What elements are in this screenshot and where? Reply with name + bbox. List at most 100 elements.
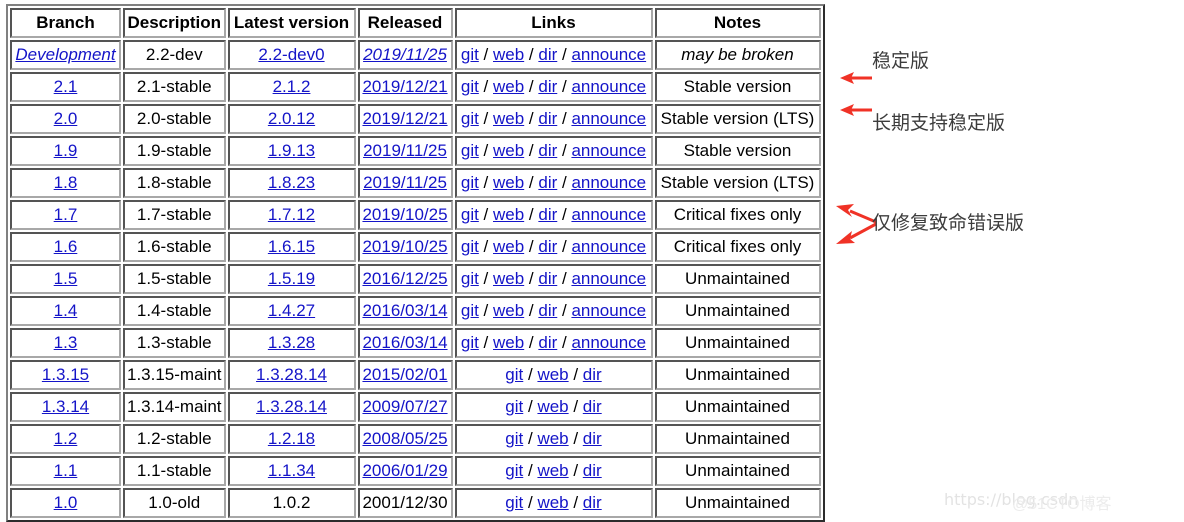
dir-link[interactable]: dir (538, 301, 557, 320)
announce-link[interactable]: announce (571, 77, 646, 96)
announce-link[interactable]: announce (571, 45, 646, 64)
latest-version-link[interactable]: 1.2.18 (268, 429, 315, 448)
released-date-link[interactable]: 2019/10/25 (362, 237, 447, 256)
branch-link[interactable]: 1.0 (54, 493, 78, 512)
web-link[interactable]: web (537, 397, 568, 416)
latest-version-link[interactable]: 2.0.12 (268, 109, 315, 128)
web-link[interactable]: web (493, 109, 524, 128)
git-link[interactable]: git (461, 205, 479, 224)
announce-link[interactable]: announce (571, 301, 646, 320)
branch-link[interactable]: 1.5 (54, 269, 78, 288)
latest-version-link[interactable]: 1.4.27 (268, 301, 315, 320)
dir-link[interactable]: dir (538, 45, 557, 64)
announce-link[interactable]: announce (571, 173, 646, 192)
released-date-link[interactable]: 2019/11/25 (363, 173, 447, 192)
released-date-link[interactable]: 2016/03/14 (362, 333, 447, 352)
released-date-link[interactable]: 2016/03/14 (362, 301, 447, 320)
latest-version-link[interactable]: 1.3.28.14 (256, 397, 327, 416)
git-link[interactable]: git (461, 333, 479, 352)
web-link[interactable]: web (537, 493, 568, 512)
dir-link[interactable]: dir (538, 237, 557, 256)
web-link[interactable]: web (537, 461, 568, 480)
git-link[interactable]: git (461, 269, 479, 288)
released-date-link[interactable]: 2008/05/25 (362, 429, 447, 448)
git-link[interactable]: git (461, 77, 479, 96)
branch-link[interactable]: 1.4 (54, 301, 78, 320)
dir-link[interactable]: dir (583, 365, 602, 384)
released-date-link[interactable]: 2019/12/21 (362, 109, 447, 128)
latest-version-link[interactable]: 1.7.12 (268, 205, 315, 224)
branch-link[interactable]: Development (15, 45, 115, 64)
git-link[interactable]: git (505, 461, 523, 480)
web-link[interactable]: web (493, 333, 524, 352)
latest-version-link[interactable]: 1.3.28.14 (256, 365, 327, 384)
git-link[interactable]: git (461, 109, 479, 128)
web-link[interactable]: web (537, 429, 568, 448)
released-date-link[interactable]: 2016/12/25 (362, 269, 447, 288)
branch-link[interactable]: 1.1 (54, 461, 78, 480)
released-date-link[interactable]: 2015/02/01 (362, 365, 447, 384)
latest-version-link[interactable]: 1.8.23 (268, 173, 315, 192)
released-date-link[interactable]: 2009/07/27 (362, 397, 447, 416)
dir-link[interactable]: dir (538, 205, 557, 224)
git-link[interactable]: git (461, 237, 479, 256)
dir-link[interactable]: dir (538, 141, 557, 160)
branch-link[interactable]: 1.6 (54, 237, 78, 256)
web-link[interactable]: web (493, 45, 524, 64)
branch-link[interactable]: 1.3.14 (42, 397, 89, 416)
dir-link[interactable]: dir (583, 429, 602, 448)
dir-link[interactable]: dir (538, 109, 557, 128)
web-link[interactable]: web (493, 205, 524, 224)
released-date-link[interactable]: 2006/01/29 (362, 461, 447, 480)
latest-version-link[interactable]: 1.1.34 (268, 461, 315, 480)
announce-link[interactable]: announce (571, 109, 646, 128)
announce-link[interactable]: announce (571, 205, 646, 224)
web-link[interactable]: web (493, 301, 524, 320)
branch-link[interactable]: 1.2 (54, 429, 78, 448)
dir-link[interactable]: dir (583, 461, 602, 480)
web-link[interactable]: web (493, 237, 524, 256)
git-link[interactable]: git (505, 365, 523, 384)
latest-version-link[interactable]: 2.1.2 (273, 77, 311, 96)
git-link[interactable]: git (461, 45, 479, 64)
latest-version-link[interactable]: 1.5.19 (268, 269, 315, 288)
latest-version-link[interactable]: 1.3.28 (268, 333, 315, 352)
dir-link[interactable]: dir (583, 397, 602, 416)
git-link[interactable]: git (461, 301, 479, 320)
branch-link[interactable]: 1.3.15 (42, 365, 89, 384)
web-link[interactable]: web (493, 173, 524, 192)
released-date-link[interactable]: 2019/10/25 (362, 205, 447, 224)
git-link[interactable]: git (505, 493, 523, 512)
web-link[interactable]: web (537, 365, 568, 384)
dir-link[interactable]: dir (583, 493, 602, 512)
released-date-link[interactable]: 2019/11/25 (363, 45, 447, 64)
released-date-link[interactable]: 2019/12/21 (362, 77, 447, 96)
git-link[interactable]: git (461, 173, 479, 192)
branch-link[interactable]: 1.3 (54, 333, 78, 352)
dir-link[interactable]: dir (538, 333, 557, 352)
announce-link[interactable]: announce (571, 269, 646, 288)
announce-link[interactable]: announce (571, 141, 646, 160)
branch-link[interactable]: 2.1 (54, 77, 78, 96)
announce-link[interactable]: announce (571, 333, 646, 352)
latest-version-link[interactable]: 2.2-dev0 (258, 45, 324, 64)
latest-version-link[interactable]: 1.6.15 (268, 237, 315, 256)
web-link[interactable]: web (493, 77, 524, 96)
branch-link[interactable]: 1.9 (54, 141, 78, 160)
table-row: Development 2.2-dev 2.2-dev0 2019/11/25 git … (10, 40, 821, 70)
announce-link[interactable]: announce (571, 237, 646, 256)
dir-link[interactable]: dir (538, 77, 557, 96)
dir-link[interactable]: dir (538, 269, 557, 288)
branch-link[interactable]: 1.7 (54, 205, 78, 224)
cell-released: 2006/01/29 (357, 456, 453, 486)
released-date-link[interactable]: 2019/11/25 (363, 141, 447, 160)
git-link[interactable]: git (461, 141, 479, 160)
web-link[interactable]: web (493, 141, 524, 160)
git-link[interactable]: git (505, 397, 523, 416)
git-link[interactable]: git (505, 429, 523, 448)
branch-link[interactable]: 2.0 (54, 109, 78, 128)
web-link[interactable]: web (493, 269, 524, 288)
dir-link[interactable]: dir (538, 173, 557, 192)
branch-link[interactable]: 1.8 (54, 173, 78, 192)
latest-version-link[interactable]: 1.9.13 (268, 141, 315, 160)
